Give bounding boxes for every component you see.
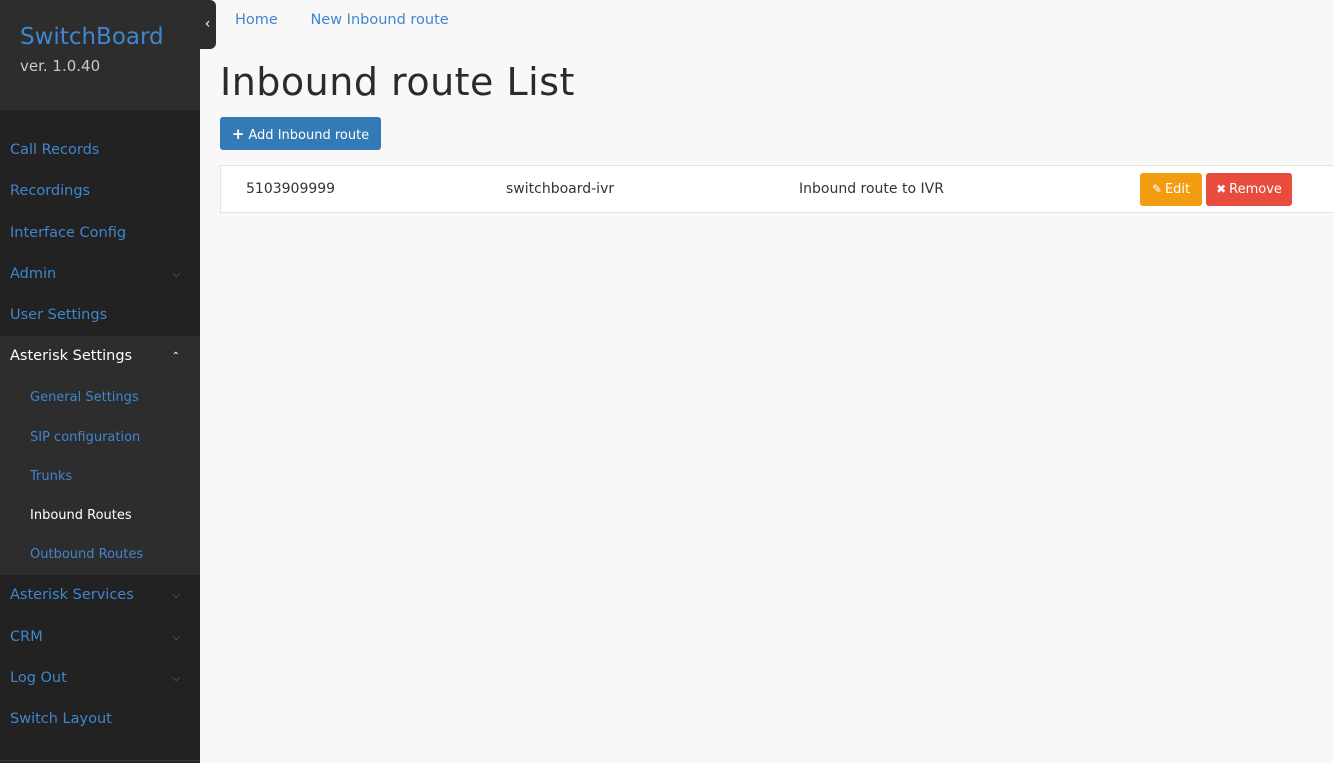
chevron-down-icon: ⌵	[172, 268, 180, 280]
route-context-cell: switchboard-ivr	[506, 181, 615, 197]
sidebar-subitem-outbound-routes[interactable]: Outbound Routes	[0, 535, 200, 574]
sidebar-subitem-sip-configuration[interactable]: SIP configuration	[0, 418, 200, 457]
sidebar-menu: Call Records Recordings Interface Config…	[0, 130, 200, 741]
remove-button[interactable]: ✖ Remove	[1206, 173, 1292, 206]
sidebar: SwitchBoard ver. 1.0.40 Call Records Rec…	[0, 0, 200, 763]
sidebar-item-recordings[interactable]: Recordings	[0, 171, 200, 212]
sidebar-item-crm[interactable]: CRM ⌵	[0, 617, 200, 658]
sidebar-subitem-general-settings[interactable]: General Settings	[0, 378, 200, 417]
inbound-route-table: 5103909999 switchboard-ivr Inbound route…	[220, 165, 1334, 213]
edit-button[interactable]: ✎ Edit	[1140, 173, 1202, 206]
remove-label: Remove	[1229, 182, 1282, 197]
sidebar-item-label: Recordings	[10, 183, 91, 200]
sidebar-item-label: Asterisk Services	[10, 587, 134, 604]
breadcrumb-home-link[interactable]: Home	[235, 12, 278, 28]
sidebar-toggle-button[interactable]: ‹	[199, 0, 216, 49]
sidebar-item-label: Call Records	[10, 142, 100, 158]
sidebar-item-label: CRM	[10, 628, 43, 645]
sidebar-item-admin[interactable]: Admin ⌵	[0, 254, 200, 295]
edit-label: Edit	[1164, 182, 1191, 197]
sidebar-item-call-records[interactable]: Call Records	[0, 130, 200, 171]
brand-title[interactable]: SwitchBoard	[20, 22, 200, 52]
brand-header: SwitchBoard ver. 1.0.40	[0, 0, 200, 110]
edit-icon: ✎	[1151, 182, 1162, 196]
breadcrumb: Home New Inbound route	[235, 12, 477, 28]
chevron-down-icon: ⌵	[172, 673, 180, 685]
sidebar-item-user-settings[interactable]: User Settings	[0, 295, 200, 336]
close-icon: ✖	[1216, 182, 1227, 196]
sidebar-subitem-trunks[interactable]: Trunks	[0, 457, 200, 496]
sidebar-item-switch-layout[interactable]: Switch Layout	[0, 699, 200, 740]
chevron-up-icon: ⌃	[171, 351, 180, 363]
sidebar-item-asterisk-settings[interactable]: Asterisk Settings ⌃	[0, 336, 200, 379]
chevron-left-icon: ‹	[204, 16, 211, 32]
sidebar-item-label: User Settings	[10, 307, 108, 324]
sidebar-item-label: Admin	[10, 265, 57, 282]
plus-icon: +	[231, 124, 245, 143]
page-title: Inbound route List	[220, 60, 575, 104]
sidebar-item-log-out[interactable]: Log Out ⌵	[0, 658, 200, 699]
sidebar-divider	[0, 760, 200, 761]
breadcrumb-new-inbound-route-link[interactable]: New Inbound route	[310, 12, 448, 28]
add-inbound-route-label: Add Inbound route	[248, 127, 370, 143]
route-description-cell: Inbound route to IVR	[799, 181, 944, 197]
sidebar-item-label: Interface Config	[10, 224, 127, 241]
sidebar-item-interface-config[interactable]: Interface Config	[0, 213, 200, 254]
add-inbound-route-button[interactable]: + Add Inbound route	[220, 117, 381, 150]
chevron-down-icon: ⌵	[172, 590, 180, 602]
chevron-down-icon: ⌵	[172, 631, 180, 643]
sidebar-item-label: Switch Layout	[10, 711, 112, 728]
sidebar-subitem-inbound-routes[interactable]: Inbound Routes	[0, 496, 200, 535]
sidebar-item-asterisk-services[interactable]: Asterisk Services ⌵	[0, 575, 200, 616]
asterisk-settings-submenu: General Settings SIP configuration Trunk…	[0, 378, 200, 576]
sidebar-item-label: Log Out	[10, 670, 67, 687]
version-label: ver. 1.0.40	[20, 57, 101, 75]
route-number-cell: 5103909999	[246, 181, 336, 197]
sidebar-item-label: Asterisk Settings	[10, 348, 133, 365]
